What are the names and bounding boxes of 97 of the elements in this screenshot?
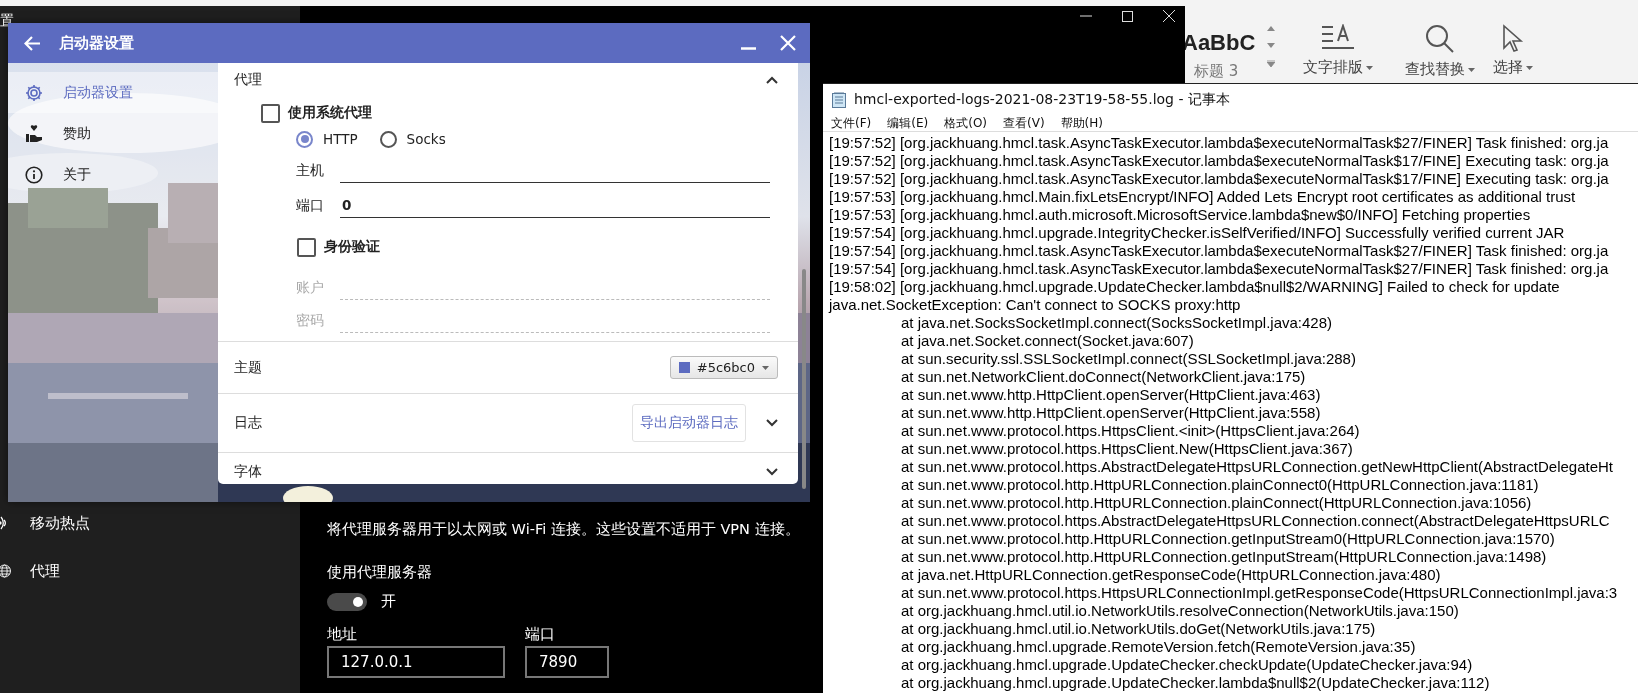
window-title: 启动器设置 xyxy=(59,33,135,53)
scrollbar-thumb[interactable] xyxy=(802,269,806,489)
scroll-down-icon[interactable] xyxy=(1267,43,1275,48)
log-line: at sun.net.www.protocol.http.HttpURLConnection.plainConnect0(HttpURLConnection.java:1181) xyxy=(901,476,1539,494)
log-line: at java.net.SocksSocketImpl.connect(SocksSocketImpl.java:428) xyxy=(901,314,1333,332)
log-line: at org.jackhuang.hmcl.util.io.NetworkUtils.resolveConnection(NetworkUtils.java:150) xyxy=(901,602,1459,620)
field-label: 密码 xyxy=(296,311,325,330)
log-line: at sun.net.NetworkClient.doConnect(NetworkClient.java:175) xyxy=(901,368,1306,386)
globe-icon xyxy=(0,562,12,580)
log-line: at sun.net.www.protocol.http.HttpURLConnection.getInputStream(HttpURLConnection.java:1498) xyxy=(901,548,1547,566)
log-line: at java.net.Socket.connect(Socket.java:607) xyxy=(901,332,1194,350)
search-icon xyxy=(1424,24,1456,54)
chevron-up-icon[interactable] xyxy=(766,76,778,84)
field-label: 主机 xyxy=(296,161,325,180)
close-icon[interactable] xyxy=(1163,10,1175,22)
checkbox-label: 身份验证 xyxy=(324,238,380,256)
caret-icon xyxy=(1468,67,1475,72)
section-title: 字体 xyxy=(234,463,262,481)
radio-label: HTTP xyxy=(323,131,358,147)
log-line: at org.jackhuang.hmcl.util.io.NetworkUtils.doGet(NetworkUtils.java:175) xyxy=(901,620,1376,638)
window-title: hmcl-exported-logs-2021-08-23T19-58-55.log - 记事本 xyxy=(854,90,1230,109)
text-layout-icon xyxy=(1321,24,1355,52)
field-label: 端口 xyxy=(296,196,325,215)
info-icon xyxy=(25,165,43,184)
text-area[interactable] xyxy=(823,131,1638,693)
section-title: 主题 xyxy=(234,358,262,377)
menu-item[interactable]: 帮助(H) xyxy=(1060,114,1103,132)
toggle-state-label: 开 xyxy=(381,592,396,611)
export-logs-button[interactable]: 导出启动器日志 xyxy=(632,404,746,442)
checkbox[interactable] xyxy=(297,237,316,257)
log-line: at org.jackhuang.hmcl.upgrade.UpdateChecker.lambda$null$2(UpdateChecker.java:112) xyxy=(901,674,1490,692)
port-field[interactable]: 7890 xyxy=(525,646,609,678)
ribbon-button[interactable]: 选择 xyxy=(1493,24,1533,77)
radio-button[interactable] xyxy=(296,130,313,148)
ribbon-button[interactable]: 文字排版 xyxy=(1303,24,1373,77)
log-line: java.net.SocketException: Can't connect to SOCKS proxy:http xyxy=(829,296,1241,314)
dropdown-caret-icon xyxy=(762,365,769,370)
color-picker[interactable]: #5c6bc0 xyxy=(669,356,778,379)
more-styles-icon[interactable] xyxy=(1267,60,1275,67)
chevron-down-icon[interactable] xyxy=(766,468,778,476)
style-preview[interactable]: AaBbC xyxy=(1182,30,1256,56)
field-label: 地址 xyxy=(327,625,358,644)
field-label: 账户 xyxy=(296,278,325,297)
log-line: at sun.net.www.protocol.https.AbstractDelegateHttpsURLConnection.connect(AbstractDelegateHttpsURLC xyxy=(901,512,1610,530)
checkbox[interactable] xyxy=(261,103,280,123)
setting-label: 使用代理服务器 xyxy=(327,563,432,582)
section-title: 日志 xyxy=(234,414,262,432)
log-line: at sun.net.www.protocol.https.HttpsClient.<init>(HttpsClient.java:264) xyxy=(901,422,1360,440)
log-line: at org.jackhuang.hmcl.upgrade.RemoteVersion.fetch(RemoteVersion.java:35) xyxy=(901,638,1416,656)
style-name: 标题 3 xyxy=(1194,62,1239,81)
maximize-icon[interactable] xyxy=(1122,10,1133,22)
radio-label: Socks xyxy=(406,131,446,147)
log-line: at sun.net.www.protocol.https.AbstractDelegateHttpsURLConnection.getNewHttpClient(AbstractDelegateHt xyxy=(901,458,1614,476)
log-line: [19:57:52] [org.jackhuang.hmcl.task.AsyncTaskExecutor.lambda$executeNormalTask$17/FINE] Executing task: org.ja xyxy=(829,170,1609,188)
log-line: [19:57:53] [org.jackhuang.hmcl.auth.microsoft.MicrosoftService.lambda$new$0/INFO] Fetching properties xyxy=(829,206,1531,224)
menu-item[interactable]: 文件(F) xyxy=(831,114,872,132)
settings-icon xyxy=(25,83,43,102)
back-arrow-icon[interactable] xyxy=(24,35,41,51)
log-line: at sun.security.ssl.SSLSocketImpl.connect(SSLSocketImpl.java:288) xyxy=(901,350,1356,368)
log-line: [19:57:54] [org.jackhuang.hmcl.upgrade.IntegrityChecker.isSelfVerified/INFO] Successfully verified current JAR xyxy=(829,224,1565,242)
cursor-icon xyxy=(1502,24,1524,52)
toggle-switch[interactable] xyxy=(327,592,367,611)
hand-heart-icon xyxy=(25,124,43,143)
caret-icon xyxy=(1366,65,1373,70)
field-label: 端口 xyxy=(525,625,556,644)
radio-button[interactable] xyxy=(379,130,397,148)
input-field[interactable]: 0 xyxy=(340,193,770,218)
log-line: at sun.net.www.protocol.http.HttpURLConnection.plainConnect(HttpURLConnection.java:1056) xyxy=(901,494,1532,512)
log-line: [19:57:54] [org.jackhuang.hmcl.task.AsyncTaskExecutor.lambda$executeNormalTask$27/FINER] Task finished: org.ja xyxy=(829,242,1609,260)
description-text: 将代理服务器用于以太网或 Wi-Fi 连接。这些设置不适用于 VPN 连接。 xyxy=(327,520,800,539)
log-line: at sun.net.www.http.HttpClient.openServer(HttpClient.java:463) xyxy=(901,386,1321,404)
caret-icon xyxy=(1526,65,1533,70)
log-line: at sun.net.www.protocol.https.HttpsClient.New(HttpsClient.java:367) xyxy=(901,440,1353,458)
menu-item[interactable]: 格式(O) xyxy=(944,114,988,132)
log-line: at java.net.HttpURLConnection.getResponseCode(HttpURLConnection.java:480) xyxy=(901,566,1441,584)
log-line: [19:58:02] [org.jackhuang.hmcl.upgrade.UpdateChecker.lambda$null$2/WARNING] Failed to check for update xyxy=(829,278,1560,296)
sidebar-item[interactable]: 移动热点 xyxy=(0,499,300,547)
log-line: at org.jackhuang.hmcl.upgrade.UpdateChecker.checkUpdate(UpdateChecker.java:94) xyxy=(901,656,1473,674)
log-line: [19:57:52] [org.jackhuang.hmcl.task.AsyncTaskExecutor.lambda$executeNormalTask$17/FINE] Executing task: org.ja xyxy=(829,152,1609,170)
sidebar-item[interactable]: 启动器设置 xyxy=(8,72,218,113)
notepad-icon xyxy=(832,91,846,108)
log-line: [19:57:53] [org.jackhuang.hmcl.Main.fixLetsEncrypt/INFO] Added Lets Encrypt root certificates as additional trust xyxy=(829,188,1576,206)
scroll-up-icon[interactable] xyxy=(1267,26,1275,31)
section-title: 代理 xyxy=(234,71,262,89)
menu-item[interactable]: 编辑(E) xyxy=(887,114,929,132)
log-line: at sun.net.www.protocol.https.HttpsURLConnectionImpl.getResponseCode(HttpsURLConnectionImpl.java:3 xyxy=(901,584,1618,602)
chevron-down-icon[interactable] xyxy=(766,419,778,427)
log-line: [19:57:52] [org.jackhuang.hmcl.task.AsyncTaskExecutor.lambda$executeNormalTask$27/FINER] Task finished: org.ja xyxy=(829,134,1609,152)
sidebar-item[interactable]: 关于 xyxy=(8,154,218,195)
sidebar-item[interactable]: 代理 xyxy=(0,547,300,595)
address-field[interactable]: 127.0.0.1 xyxy=(327,646,505,678)
log-line: at sun.net.www.protocol.http.HttpURLConnection.getInputStream0(HttpURLConnection.java:1570) xyxy=(901,530,1555,548)
log-line: [19:57:54] [org.jackhuang.hmcl.task.AsyncTaskExecutor.lambda$executeNormalTask$27/FINER] Task finished: org.ja xyxy=(829,260,1609,278)
ribbon-button[interactable]: 查找替换 xyxy=(1405,24,1475,79)
log-line: at sun.net.www.http.HttpClient.openServer(HttpClient.java:558) xyxy=(901,404,1321,422)
menu-item[interactable]: 查看(V) xyxy=(1003,114,1045,132)
checkbox-label: 使用系统代理 xyxy=(288,104,372,122)
